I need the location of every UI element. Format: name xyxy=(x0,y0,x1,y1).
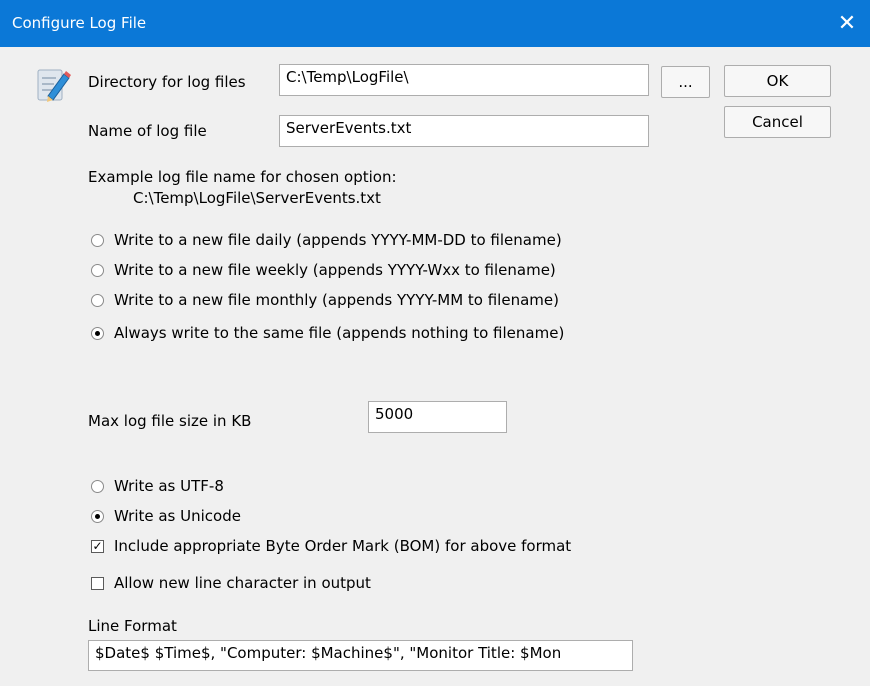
name-label: Name of log file xyxy=(88,122,207,140)
bom-checkbox[interactable]: ✓ xyxy=(91,540,104,553)
example-label: Example log file name for chosen option: xyxy=(88,168,397,186)
newline-checkbox[interactable] xyxy=(91,577,104,590)
line-format-label: Line Format xyxy=(88,617,177,635)
max-size-label: Max log file size in KB xyxy=(88,412,252,430)
radio-unicode[interactable] xyxy=(91,510,104,523)
radio-monthly-label: Write to a new file monthly (appends YYY… xyxy=(114,291,559,309)
directory-label: Directory for log files xyxy=(88,73,246,91)
radio-daily-label: Write to a new file daily (appends YYYY-… xyxy=(114,231,562,249)
name-input[interactable]: ServerEvents.txt xyxy=(279,115,649,147)
directory-input[interactable]: C:\Temp\LogFile\ xyxy=(279,64,649,96)
configure-log-file-dialog: Configure Log File ✕ Directory for log f… xyxy=(0,0,870,686)
bom-checkbox-label: Include appropriate Byte Order Mark (BOM… xyxy=(114,537,572,555)
radio-monthly[interactable] xyxy=(91,294,104,307)
radio-same-file-label: Always write to the same file (appends n… xyxy=(114,324,565,342)
radio-utf8-label: Write as UTF-8 xyxy=(114,477,224,495)
cancel-button[interactable]: Cancel xyxy=(724,106,831,138)
radio-utf8[interactable] xyxy=(91,480,104,493)
title-bar[interactable]: Configure Log File ✕ xyxy=(0,0,870,47)
window-title: Configure Log File xyxy=(12,14,147,32)
close-icon[interactable]: ✕ xyxy=(824,0,870,47)
radio-weekly-label: Write to a new file weekly (appends YYYY… xyxy=(114,261,556,279)
radio-unicode-label: Write as Unicode xyxy=(114,507,241,525)
ok-button[interactable]: OK xyxy=(724,65,831,97)
max-size-input[interactable]: 5000 xyxy=(368,401,507,433)
radio-daily[interactable] xyxy=(91,234,104,247)
edit-pencil-icon xyxy=(37,69,71,102)
radio-weekly[interactable] xyxy=(91,264,104,277)
line-format-input[interactable]: $Date$ $Time$, "Computer: $Machine$", "M… xyxy=(88,640,633,671)
radio-same-file[interactable] xyxy=(91,327,104,340)
newline-checkbox-label: Allow new line character in output xyxy=(114,574,371,592)
browse-button[interactable]: ... xyxy=(661,66,710,98)
example-value: C:\Temp\LogFile\ServerEvents.txt xyxy=(133,189,381,207)
